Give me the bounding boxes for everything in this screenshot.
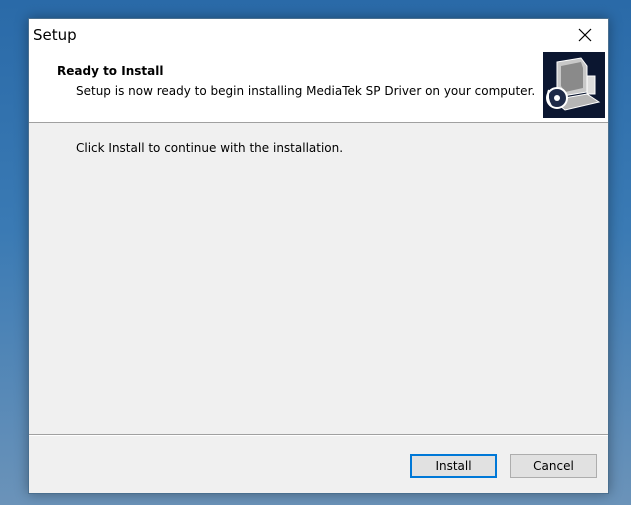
page-title: Ready to Install xyxy=(57,64,164,78)
setup-computer-icon xyxy=(543,52,605,118)
install-instructions: Click Install to continue with the insta… xyxy=(76,141,344,155)
wizard-header: Ready to Install Setup is now ready to b… xyxy=(29,51,608,123)
setup-window: Setup Ready to Install Setup is now read… xyxy=(28,18,609,494)
window-title: Setup xyxy=(33,26,77,44)
close-icon xyxy=(578,28,592,42)
cancel-button[interactable]: Cancel xyxy=(510,454,597,478)
close-button[interactable] xyxy=(562,19,608,51)
title-bar[interactable]: Setup xyxy=(29,19,608,51)
footer-divider xyxy=(29,434,608,436)
page-subtitle: Setup is now ready to begin installing M… xyxy=(76,84,536,98)
install-button[interactable]: Install xyxy=(410,454,497,478)
